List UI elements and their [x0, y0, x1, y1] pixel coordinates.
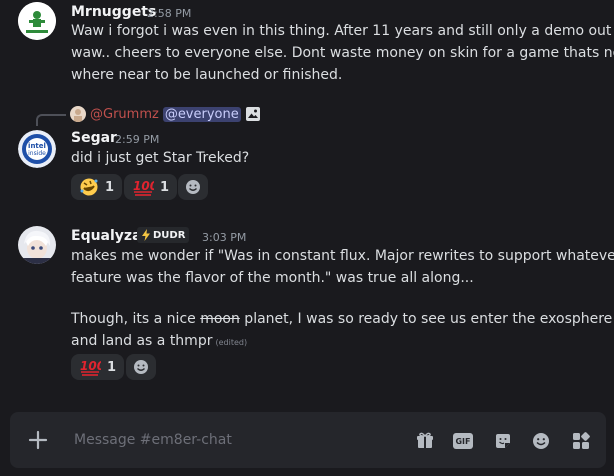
add-reaction-button[interactable] [126, 354, 156, 380]
emoji-icon[interactable] [530, 430, 552, 452]
reply-preview[interactable]: @Grummz @everyone [70, 104, 261, 124]
reaction-hundred[interactable]: 100 1 [71, 354, 125, 380]
message-text-segment: planet, I was so ready to see us enter t… [239, 311, 613, 327]
author-name[interactable]: Mrnuggets [71, 4, 156, 20]
svg-text:100: 100 [80, 359, 101, 373]
smiley-icon [185, 179, 201, 195]
svg-text:inside: inside [28, 150, 46, 157]
hundred-emoji-icon: 100 [132, 177, 154, 197]
message-input[interactable] [74, 430, 374, 450]
gift-icon[interactable] [414, 430, 436, 452]
reaction-count: 1 [160, 179, 170, 195]
message-composer: GIF [10, 412, 606, 468]
edited-marker: (edited) [215, 338, 248, 347]
attach-plus-button[interactable] [26, 428, 50, 452]
message-text-line: Waw i forgot i was even in this thing. A… [71, 23, 612, 39]
apps-icon[interactable] [570, 430, 592, 452]
svg-text:intel: intel [28, 142, 46, 150]
message-text-line: feature was the flavor of the month." wa… [71, 270, 474, 286]
author-name[interactable]: Segar [71, 130, 117, 146]
clan-badge[interactable]: DUDR [137, 227, 190, 243]
avatar[interactable] [18, 2, 56, 40]
message-text-line: makes me wonder if "Was in constant flux… [71, 248, 614, 264]
avatar[interactable]: intel inside [18, 130, 56, 168]
badge-label: DUDR [153, 229, 186, 241]
message-text-line: waw.. cheers to everyone else. Dont wast… [71, 45, 614, 61]
reaction-rofl[interactable]: 1 [71, 174, 123, 200]
smiley-icon [133, 359, 149, 375]
message-text-line: where near to be launched or finished. [71, 67, 343, 83]
reaction-count: 1 [105, 179, 115, 195]
message-text-segment: and land as a thmpr [71, 333, 213, 349]
message-timestamp: 2:59 PM [115, 133, 160, 146]
message-timestamp: 3:03 PM [202, 231, 247, 244]
lightning-icon [141, 229, 151, 241]
rofl-emoji-icon [79, 177, 99, 197]
message-text-line: Though, its a nice moon planet, I was so… [71, 308, 612, 330]
svg-text:100: 100 [133, 179, 154, 193]
gif-icon[interactable]: GIF [452, 430, 474, 452]
message-text-segment: Though, its a nice [71, 311, 201, 327]
message-timestamp: 2:58 PM [147, 7, 192, 20]
avatar[interactable] [18, 226, 56, 264]
chat-area: Mrnuggets 2:58 PM Waw i forgot i was eve… [0, 0, 614, 476]
reaction-count: 1 [107, 359, 117, 375]
gif-label: GIF [455, 436, 471, 446]
reply-avatar [70, 106, 86, 122]
hundred-emoji-icon: 100 [79, 357, 101, 377]
message-text-line: and land as a thmpr (edited) [71, 330, 247, 354]
message-text-line: did i just get Star Treked? [71, 150, 250, 166]
sticker-icon[interactable] [492, 430, 514, 452]
image-icon [245, 106, 261, 122]
strikethrough-text: moon [200, 311, 240, 327]
reply-author[interactable]: @Grummz [90, 107, 159, 122]
everyone-mention[interactable]: @everyone [162, 106, 241, 122]
add-reaction-button[interactable] [178, 174, 208, 200]
reaction-hundred[interactable]: 100 1 [124, 174, 178, 200]
reply-connector [36, 114, 66, 126]
